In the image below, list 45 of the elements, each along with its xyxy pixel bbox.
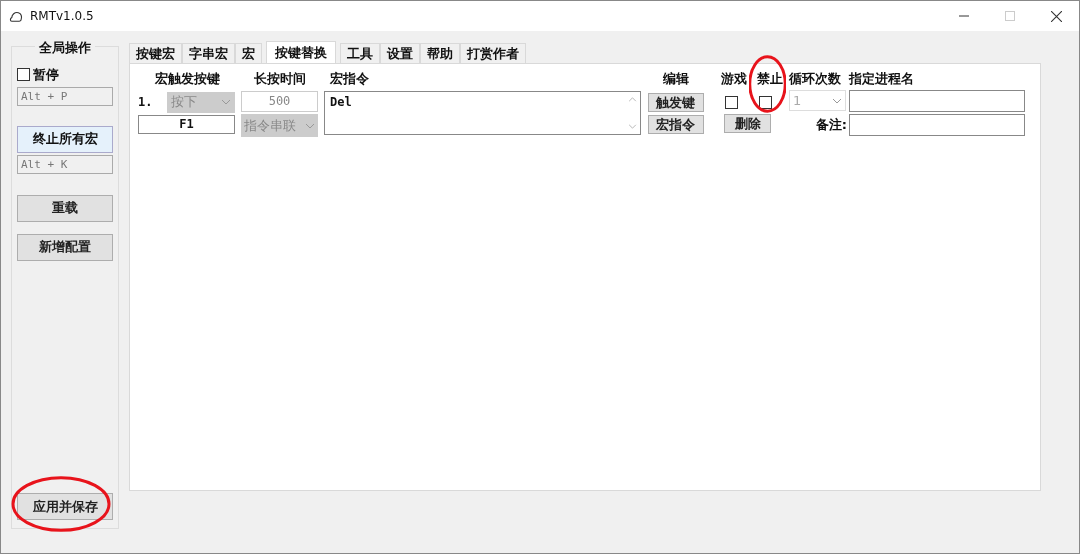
tab[interactable]: 按键替换 <box>266 41 336 63</box>
tab[interactable]: 帮助 <box>420 43 460 63</box>
note-field[interactable] <box>849 114 1025 136</box>
delete-button[interactable]: 删除 <box>724 114 771 133</box>
hotkey-field[interactable]: Alt + P <box>17 86 113 106</box>
reload-button[interactable]: 重载 <box>17 194 113 222</box>
column-header: 循环次数 <box>789 70 842 88</box>
column-header: 长按时间 <box>254 70 306 88</box>
column-header: 宏指令 <box>330 70 370 88</box>
column-header: 指定进程名 <box>849 70 915 88</box>
scroll-down-icon <box>627 124 637 129</box>
maximize-icon <box>1005 11 1015 21</box>
pause-checkbox[interactable] <box>17 68 30 82</box>
column-header: 禁止 <box>757 71 783 87</box>
tab[interactable]: 打赏作者 <box>460 43 526 63</box>
tab[interactable]: 字串宏 <box>182 43 235 63</box>
edit-button[interactable]: 宏指令 <box>647 115 704 134</box>
tab[interactable]: 宏 <box>235 43 262 63</box>
column-header: 编辑 <box>662 70 689 88</box>
tab[interactable]: 按键宏 <box>129 43 182 63</box>
apply-save-button[interactable]: 应用并保存 <box>17 493 113 520</box>
tab[interactable]: 工具 <box>340 43 380 63</box>
forbid-checkbox[interactable] <box>759 95 772 109</box>
tab[interactable]: 设置 <box>380 43 420 63</box>
add-config-button[interactable]: 新增配置 <box>17 233 113 261</box>
edit-button[interactable]: 触发键 <box>647 93 704 112</box>
trigger-key-field[interactable]: F1 <box>138 115 235 134</box>
column-header: 游戏 <box>721 70 747 89</box>
process-name-field[interactable] <box>849 90 1025 112</box>
command-textarea[interactable]: Del <box>324 91 641 135</box>
window-title: RMTv1.0.5 <box>30 8 94 25</box>
chevron-icon <box>221 99 231 105</box>
chevron-icon <box>305 122 315 129</box>
stop-all-button[interactable]: 终止所有宏 <box>17 125 113 153</box>
pause-label: 暂停 <box>33 66 59 84</box>
game-checkbox[interactable] <box>725 95 738 109</box>
column-header: 宏触发按键 <box>154 70 220 88</box>
close-icon <box>1050 10 1062 22</box>
note-label: 备注: <box>815 116 847 134</box>
command-text: Del <box>330 95 352 109</box>
scroll-up-icon <box>627 97 637 102</box>
duration-field[interactable]: 500 <box>241 91 318 112</box>
hotkey-field[interactable]: Alt + K <box>17 154 113 174</box>
row-index: 1. <box>138 94 154 111</box>
chevron-icon <box>832 97 842 104</box>
